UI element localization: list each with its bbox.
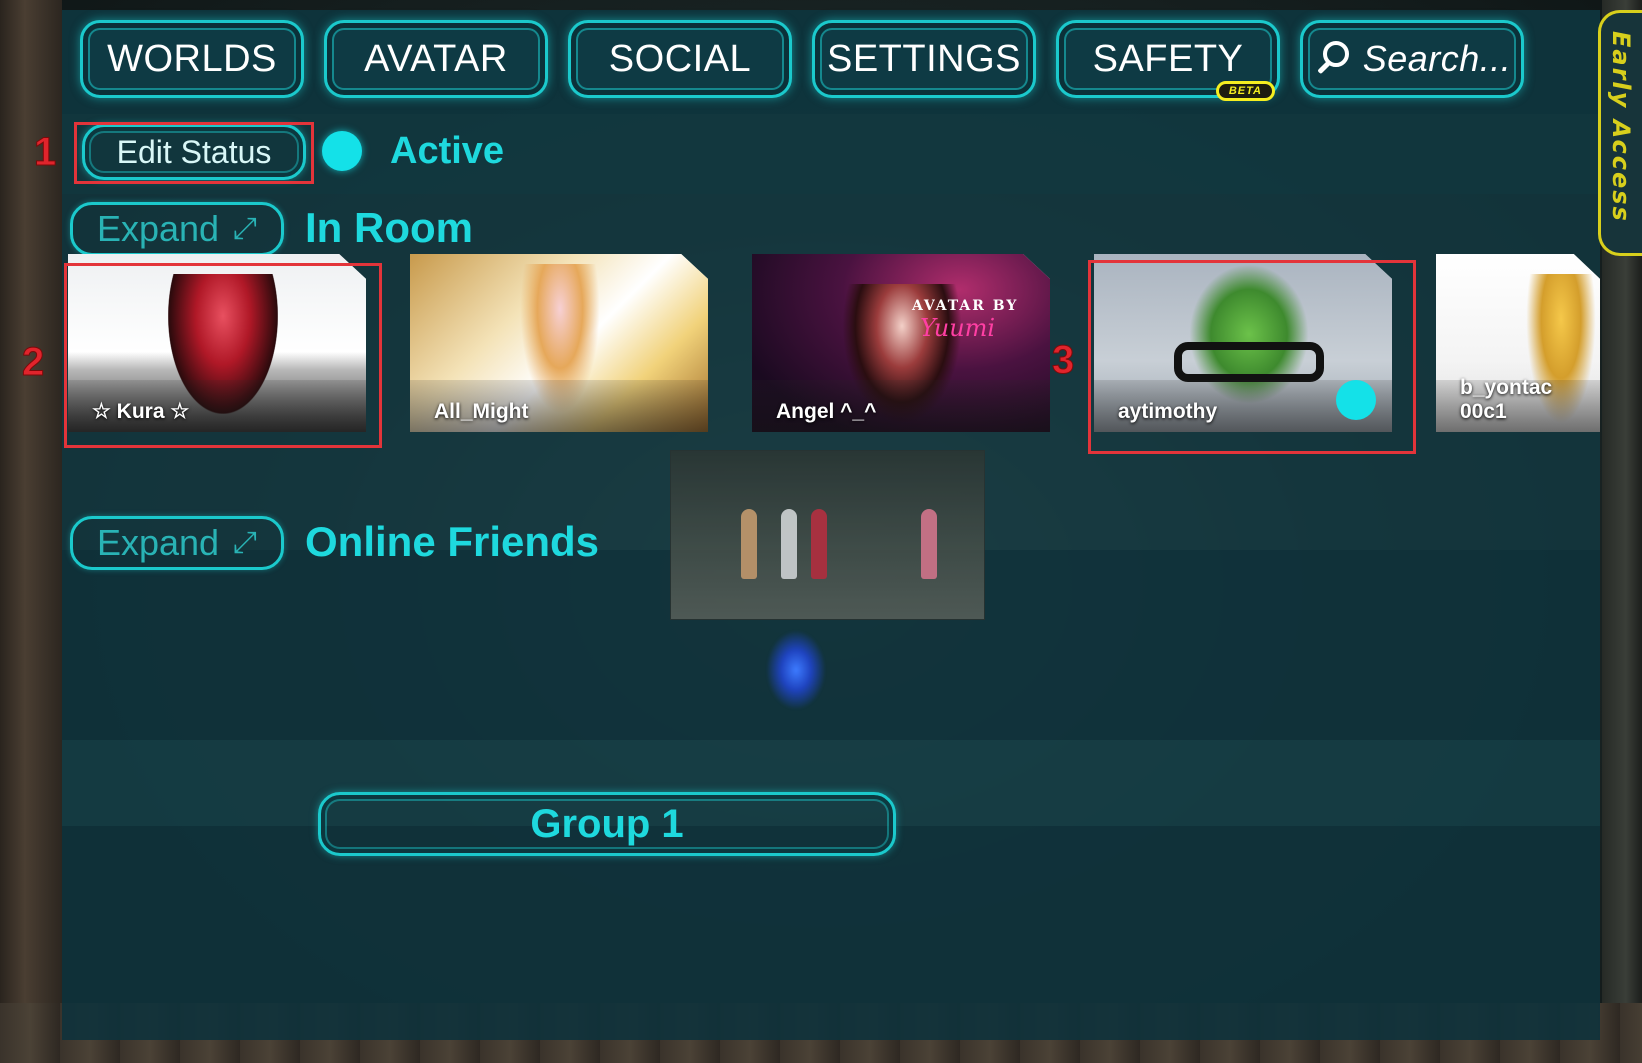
status-indicator-dot xyxy=(322,131,362,171)
status-text: Active xyxy=(390,130,505,172)
search-placeholder: Search... xyxy=(1362,38,1512,79)
early-access-tab[interactable]: Early Access xyxy=(1598,10,1642,256)
early-access-label: Early Access xyxy=(1607,31,1635,223)
user-name: Angel ^_^ xyxy=(776,400,877,423)
search-button[interactable]: Search... xyxy=(1300,20,1524,98)
nav-social-label: SOCIAL xyxy=(608,37,752,80)
beta-badge: BETA xyxy=(1215,81,1275,101)
world-scene-view xyxy=(670,450,985,620)
nav-safety-label: SAFETY xyxy=(1092,37,1244,80)
group-1-button[interactable]: Group 1 xyxy=(318,792,896,856)
nav-settings-button[interactable]: SETTINGS xyxy=(812,20,1036,98)
user-card-angel[interactable]: AVATAR BY Yuumi Angel ^_^ xyxy=(752,254,1050,432)
nav-social-button[interactable]: SOCIAL xyxy=(568,20,792,98)
crystal-effect xyxy=(766,630,826,710)
expand-in-room-button[interactable]: Expand ⤢ xyxy=(70,202,284,256)
nav-safety-button[interactable]: SAFETY BETA xyxy=(1056,20,1280,101)
expand-icon: ⤢ xyxy=(233,212,258,245)
nav-worlds-button[interactable]: WORLDS xyxy=(80,20,304,98)
annotation-number-2: 2 xyxy=(21,340,45,385)
nav-avatar-label: AVATAR xyxy=(364,37,508,80)
search-icon xyxy=(1313,39,1353,79)
user-name: All_Might xyxy=(434,400,529,423)
online-friends-title: Online Friends xyxy=(305,518,600,565)
card-text-yuumi: Yuumi xyxy=(920,314,996,342)
card-text-avatar-by: AVATAR BY xyxy=(912,298,1019,314)
expand-online-friends-button[interactable]: Expand ⤢ xyxy=(70,516,284,570)
annotation-box-2 xyxy=(64,263,382,448)
user-card-b-yontac[interactable]: b_yontac 00c1 xyxy=(1436,254,1600,432)
annotation-number-1: 1 xyxy=(33,130,57,175)
nav-avatar-button[interactable]: AVATAR xyxy=(324,20,548,98)
user-card-all-might[interactable]: All_Might xyxy=(410,254,708,432)
nav-settings-label: SETTINGS xyxy=(826,37,1022,80)
group-label: Group 1 xyxy=(530,801,684,846)
group-list xyxy=(62,826,1600,1040)
in-room-title: In Room xyxy=(305,204,473,251)
expand-label: Expand xyxy=(96,208,220,249)
expand-label: Expand xyxy=(96,522,220,563)
annotation-number-3: 3 xyxy=(1051,338,1075,383)
nav-worlds-label: WORLDS xyxy=(107,37,277,80)
top-nav-bar: WORLDS AVATAR SOCIAL SETTINGS SAFETY BET… xyxy=(62,10,1600,114)
annotation-box-3 xyxy=(1088,260,1416,454)
user-name: b_yontac 00c1 xyxy=(1460,376,1553,423)
annotation-box-1 xyxy=(74,122,314,184)
expand-icon: ⤢ xyxy=(233,526,258,559)
